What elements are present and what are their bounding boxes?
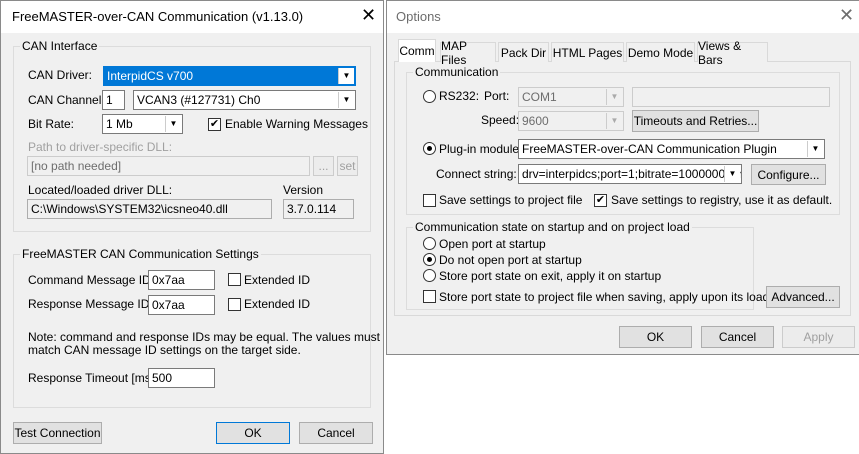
group-label: FreeMASTER CAN Communication Settings [20, 247, 261, 261]
dialog-title: FreeMASTER-over-CAN Communication (v1.13… [12, 9, 304, 24]
connect-string-value: drv=interpidcs;port=1;bitrate=1000000;cm… [522, 167, 742, 181]
advanced-button[interactable]: Advanced... [766, 286, 840, 308]
open-port-radio[interactable] [423, 237, 436, 250]
response-extended-checkbox[interactable] [228, 298, 241, 311]
close-icon[interactable]: ✕ [839, 5, 854, 26]
tab-pack-dir[interactable]: Pack Dir [498, 42, 549, 62]
port-label: Port: [484, 89, 510, 103]
group-label: Communication [413, 65, 501, 79]
tab-views-bars[interactable]: Views & Bars [697, 39, 768, 67]
rs232-radio[interactable] [423, 90, 436, 103]
can-communication-dialog: FreeMASTER-over-CAN Communication (v1.13… [0, 0, 384, 454]
selected-value: FreeMASTER-over-CAN Communication Plugin [522, 142, 777, 156]
tab-map-files[interactable]: MAP Files [440, 39, 496, 67]
bit-rate-select[interactable]: 1 Mb ▼ [102, 114, 183, 134]
selected-value: InterpidCS v700 [107, 69, 194, 83]
located-dll-field: C:\Windows\SYSTEM32\icsneo40.dll [27, 199, 272, 219]
chevron-down-icon: ▼ [606, 113, 622, 129]
dialog-title: Options [396, 9, 441, 24]
test-connection-button[interactable]: Test Connection [13, 422, 102, 444]
store-state-label: Store port state on exit, apply it on st… [439, 269, 662, 283]
command-extended-checkbox[interactable] [228, 273, 241, 286]
version-label: Version [283, 183, 324, 197]
chevron-down-icon: ▼ [338, 92, 354, 108]
timeouts-button[interactable]: Timeouts and Retries... [632, 110, 759, 132]
extended-id-label: Extended ID [244, 273, 311, 287]
options-dialog: Options ✕ Comm MAP Files Pack Dir HTML P… [386, 0, 859, 355]
cancel-button[interactable]: Cancel [299, 422, 373, 444]
port-select[interactable]: COM1 ▼ [518, 87, 624, 107]
cancel-button[interactable]: Cancel [701, 326, 774, 348]
open-port-label: Open port at startup [439, 237, 546, 251]
located-dll-label: Located/loaded driver DLL: [28, 183, 173, 197]
enable-warning-label: Enable Warning Messages [225, 117, 368, 131]
browse-button[interactable]: ... [313, 156, 334, 176]
selected-value: VCAN3 (#127731) Ch0 [137, 93, 261, 107]
note-line: match CAN message ID settings on the tar… [28, 343, 301, 357]
version-field: 3.7.0.114 [283, 199, 354, 219]
selected-value: 9600 [522, 114, 549, 128]
title-bar: FreeMASTER-over-CAN Communication (v1.13… [1, 1, 383, 33]
apply-button[interactable]: Apply [782, 326, 855, 348]
response-id-input[interactable]: 0x7aa [148, 295, 215, 315]
chevron-down-icon: ▼ [724, 166, 740, 182]
group-label: Communication state on startup and on pr… [413, 220, 692, 234]
plugin-radio[interactable] [423, 142, 436, 155]
bit-rate-label: Bit Rate: [28, 117, 75, 131]
path-input[interactable]: [no path needed] [27, 156, 310, 176]
can-channel-label: CAN Channel: [28, 93, 105, 107]
response-id-label: Response Message ID: [28, 297, 153, 311]
save-project-label: Save settings to project file [439, 193, 583, 207]
port-extra-input[interactable] [632, 87, 830, 107]
store-state-radio[interactable] [423, 269, 436, 282]
close-icon[interactable]: ✕ [361, 5, 376, 26]
chevron-down-icon: ▼ [807, 141, 823, 157]
do-not-open-label: Do not open port at startup [439, 253, 582, 267]
note-line: Note: command and response IDs may be eq… [28, 330, 380, 344]
chevron-down-icon: ▼ [165, 116, 181, 132]
save-project-checkbox[interactable] [423, 194, 436, 207]
tab-demo-mode[interactable]: Demo Mode [626, 42, 695, 62]
timeout-label: Response Timeout [ms]: [28, 371, 158, 385]
command-id-input[interactable]: 0x7aa [148, 270, 215, 290]
enable-warning-checkbox[interactable]: ✔ [208, 118, 221, 131]
timeout-input[interactable]: 500 [148, 368, 215, 388]
tab-html-pages[interactable]: HTML Pages [551, 42, 624, 62]
do-not-open-radio[interactable] [423, 253, 436, 266]
group-label: CAN Interface [20, 39, 100, 53]
can-driver-label: CAN Driver: [28, 68, 93, 82]
chevron-down-icon: ▼ [338, 68, 354, 84]
plugin-label: Plug-in module: [439, 142, 523, 156]
speed-select[interactable]: 9600 ▼ [518, 111, 624, 131]
selected-value: 1 Mb [106, 117, 133, 131]
store-project-label: Store port state to project file when sa… [439, 290, 770, 304]
selected-value: COM1 [522, 90, 557, 104]
title-bar: Options ✕ [387, 1, 859, 33]
plugin-select[interactable]: FreeMASTER-over-CAN Communication Plugin… [518, 139, 825, 159]
channel-index-input[interactable]: 1 [102, 90, 125, 110]
can-driver-select[interactable]: InterpidCS v700 ▼ [103, 66, 356, 86]
ok-button[interactable]: OK [619, 326, 692, 348]
set-button[interactable]: set [337, 156, 358, 176]
tab-comm[interactable]: Comm [398, 39, 436, 62]
speed-label: Speed: [481, 113, 520, 127]
path-label: Path to driver-specific DLL: [28, 140, 173, 154]
extended-id-label: Extended ID [244, 297, 311, 311]
configure-button[interactable]: Configure... [751, 164, 826, 185]
rs232-label: RS232: [439, 89, 480, 103]
connect-string-label: Connect string: [436, 167, 517, 181]
store-project-checkbox[interactable] [423, 290, 436, 303]
can-channel-select[interactable]: VCAN3 (#127731) Ch0 ▼ [133, 90, 356, 110]
command-id-label: Command Message ID: [28, 273, 155, 287]
connect-string-combo[interactable]: drv=interpidcs;port=1;bitrate=1000000;cm… [518, 164, 742, 184]
chevron-down-icon: ▼ [606, 89, 622, 105]
save-registry-label: Save settings to registry, use it as def… [611, 193, 833, 207]
ok-button[interactable]: OK [216, 422, 290, 444]
save-registry-checkbox[interactable]: ✔ [594, 194, 607, 207]
